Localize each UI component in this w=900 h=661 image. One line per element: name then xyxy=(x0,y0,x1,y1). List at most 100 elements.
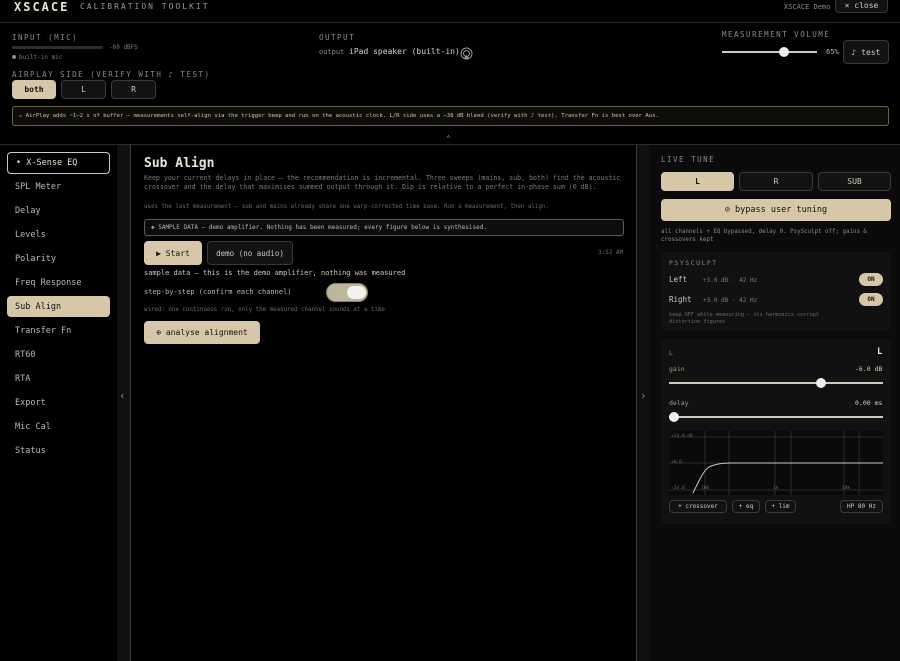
psysculpt-right-toggle[interactable]: ON xyxy=(859,293,883,306)
graph-x-label-10k: 10k xyxy=(842,486,851,491)
hp-filter-button[interactable]: HP 80 Hz xyxy=(840,500,883,513)
sidebar-item-status[interactable]: Status xyxy=(7,440,110,461)
airplay-side-label: AIRPLAY SIDE (VERIFY WITH ♪ TEST) xyxy=(12,70,211,79)
graph-y-label-bottom: -24.0 xyxy=(671,486,685,491)
response-graph: +24.0 dB +0.0 -24.0 100 1k 10k xyxy=(669,431,883,495)
sidebar-item-spl-meter[interactable]: SPL Meter xyxy=(7,176,110,197)
app-header: XSCACE CALIBRATION TOOLKIT XSCACE Demo ×… xyxy=(0,0,900,23)
output-label: OUTPUT xyxy=(319,33,356,42)
graph-x-label-100: 100 xyxy=(701,486,710,491)
psysculpt-label: PSYSCULPT xyxy=(669,259,718,267)
live-tune-panel: LIVE TUNE L R SUB ⊘ bypass user tuning a… xyxy=(651,145,900,661)
psysculpt-left-value: +3.0 dB · 42 Hz xyxy=(703,277,758,284)
psysculpt-panel: PSYSCULPT Left +3.0 dB · 42 Hz ON Right … xyxy=(661,252,891,331)
gain-label: gain xyxy=(669,365,685,373)
delay-slider[interactable] xyxy=(669,412,883,422)
psysculpt-right-value: +3.0 dB · 42 Hz xyxy=(703,297,758,304)
input-device-dot xyxy=(12,55,16,59)
airplay-option-both[interactable]: both xyxy=(12,80,56,99)
volume-slider[interactable] xyxy=(722,47,817,57)
timestamp: 3:52 AM xyxy=(598,249,624,256)
input-level-meter xyxy=(12,46,103,49)
brand-logo: XSCACE xyxy=(14,0,70,14)
left-gutter xyxy=(117,145,131,661)
app-subtitle: CALIBRATION TOOLKIT xyxy=(80,2,210,11)
sidebar-item-transfer-fn[interactable]: Transfer Fn xyxy=(7,320,110,341)
live-tab-sub[interactable]: SUB xyxy=(818,172,891,191)
response-curve xyxy=(692,462,883,494)
analyse-alignment-button[interactable]: ⊕ analyse alignment xyxy=(144,321,260,344)
gain-value: -6.0 dB xyxy=(855,365,883,373)
sidebar: • X-Sense EQ SPL Meter Delay Levels Pola… xyxy=(0,145,117,661)
gain-knob[interactable] xyxy=(815,378,826,388)
bypass-note: all channels + EQ bypassed, delay 0. Psy… xyxy=(661,229,867,243)
add-crossover-button[interactable]: + crossover xyxy=(669,500,727,513)
close-button[interactable]: × close xyxy=(835,0,888,13)
demo-label: XSCACE Demo xyxy=(784,3,831,11)
sidebar-item-freq-response[interactable]: Freq Response xyxy=(7,272,110,293)
sidebar-item-polarity[interactable]: Polarity xyxy=(7,248,110,269)
gain-slider[interactable] xyxy=(669,378,883,388)
psysculpt-left-name: Left xyxy=(669,275,688,284)
airplay-icon[interactable] xyxy=(460,45,473,60)
graph-x-label-1k: 1k xyxy=(773,486,779,491)
sidebar-item-levels[interactable]: Levels xyxy=(7,224,110,245)
psysculpt-left-toggle[interactable]: ON xyxy=(859,273,883,286)
live-tune-label: LIVE TUNE xyxy=(661,155,716,164)
input-device: built-in mic xyxy=(19,54,63,61)
sidebar-item-delay[interactable]: Delay xyxy=(7,200,110,221)
volume-track xyxy=(722,51,817,53)
delay-track xyxy=(669,416,883,418)
channel-panel: L L gain -6.0 dB delay 0.00 ms +24.0 dB … xyxy=(661,339,891,524)
page-title: Sub Align xyxy=(144,156,215,171)
sidebar-item-x-sense-eq[interactable]: • X-Sense EQ xyxy=(7,152,110,174)
input-level-text: -60 dBFS xyxy=(109,44,138,51)
live-tab-r[interactable]: R xyxy=(739,172,813,191)
sample-data-text: ◈ SAMPLE DATA — demo amplifier. Nothing … xyxy=(151,224,487,231)
graph-y-label-mid: +0.0 xyxy=(671,460,682,465)
output-prefix: output xyxy=(319,48,345,56)
volume-percent: 65% xyxy=(826,48,839,56)
delay-knob[interactable] xyxy=(669,412,679,422)
psysculpt-right-name: Right xyxy=(669,295,692,304)
channel-badge: L xyxy=(877,347,883,357)
scroll-right-chevron-icon[interactable]: › xyxy=(640,389,647,402)
volume-knob[interactable] xyxy=(778,47,789,57)
live-tab-l[interactable]: L xyxy=(661,172,734,191)
sidebar-item-rt60[interactable]: RT60 xyxy=(7,344,110,365)
sidebar-item-rta[interactable]: RTA xyxy=(7,368,110,389)
sample-data-banner: ◈ SAMPLE DATA — demo amplifier. Nothing … xyxy=(144,219,624,236)
start-button[interactable]: ▶ Start xyxy=(144,241,202,265)
volume-label: MEASUREMENT VOLUME xyxy=(722,30,831,39)
bypass-button[interactable]: ⊘ bypass user tuning xyxy=(661,199,891,221)
graph-y-label-top: +24.0 dB xyxy=(671,434,693,439)
output-device[interactable]: iPad speaker (built-in) xyxy=(349,47,460,56)
channel-label: L xyxy=(669,349,673,357)
main-panel: Sub Align Keep your current delays in pl… xyxy=(132,145,636,645)
sidebar-item-export[interactable]: Export xyxy=(7,392,110,413)
delay-value: 0.00 ms xyxy=(855,399,883,407)
gain-track xyxy=(669,382,883,384)
page-note: uses the last measurement — sub and main… xyxy=(144,204,549,210)
step-toggle-knob xyxy=(347,286,366,299)
add-eq-button[interactable]: + eq xyxy=(732,500,760,513)
test-button[interactable]: ♪ test xyxy=(843,40,889,64)
page-description: Keep your current delays in place — the … xyxy=(144,174,621,191)
step-toggle[interactable] xyxy=(326,283,368,302)
scroll-left-chevron-icon[interactable]: ‹ xyxy=(119,389,126,402)
add-lim-button[interactable]: + lim xyxy=(765,500,796,513)
airplay-notice: ⚠ AirPlay adds ~1–2 s of buffer — measur… xyxy=(12,106,889,126)
sample-note: sample data — this is the demo amplifier… xyxy=(144,269,406,277)
wired-note: wired: one continuous run, only the meas… xyxy=(144,307,385,313)
input-label: INPUT (MIC) xyxy=(12,33,79,42)
demo-audio-button[interactable]: demo (no audio) xyxy=(207,241,293,265)
airplay-option-l[interactable]: L xyxy=(61,80,106,99)
psysculpt-note: keep OFF while measuring — its harmonics… xyxy=(669,312,819,325)
collapse-chevron-icon[interactable]: ⌃ xyxy=(446,134,451,143)
sidebar-item-mic-cal[interactable]: Mic Cal xyxy=(7,416,110,437)
sidebar-item-sub-align[interactable]: Sub Align xyxy=(7,296,110,317)
airplay-notice-text: ⚠ AirPlay adds ~1–2 s of buffer — measur… xyxy=(19,113,659,119)
delay-label: delay xyxy=(669,399,689,407)
right-gutter xyxy=(636,145,651,661)
airplay-option-r[interactable]: R xyxy=(111,80,156,99)
